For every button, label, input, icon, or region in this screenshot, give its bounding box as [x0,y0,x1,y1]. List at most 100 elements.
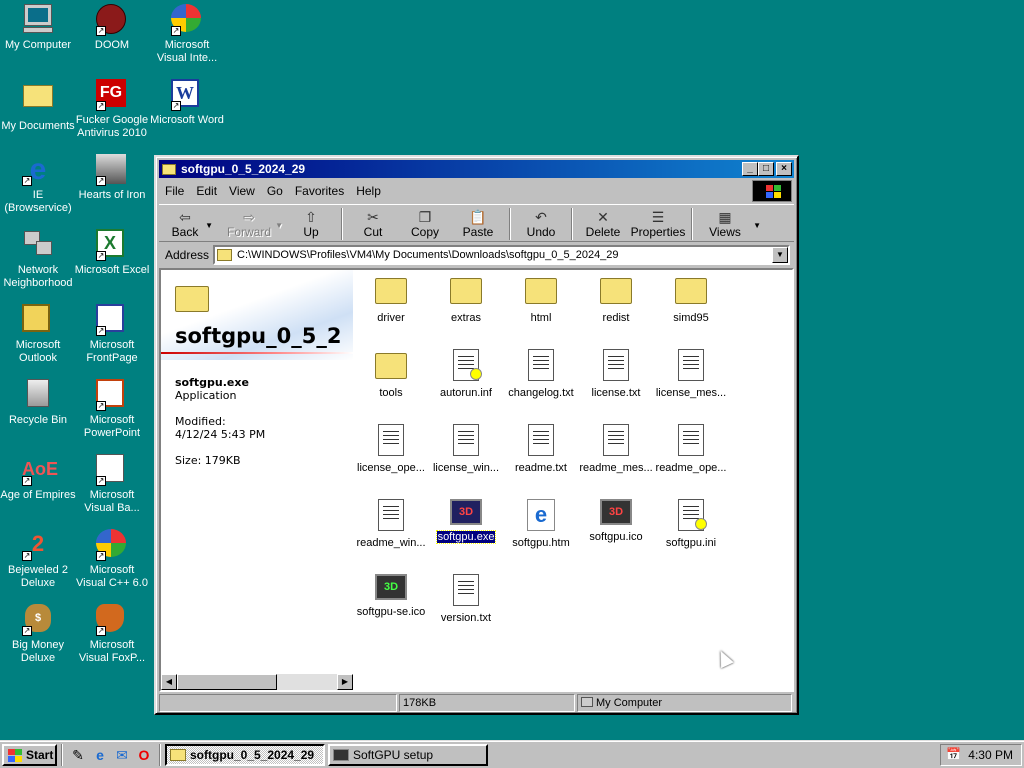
scroll-right-button[interactable]: ▶ [337,674,353,690]
file-item-extras[interactable]: extras [428,274,504,324]
quicklaunch-desktop-icon[interactable]: ✎ [69,746,87,764]
address-dropdown-button[interactable]: ▼ [772,247,788,263]
desktop-icon-bejeweled[interactable]: 2 ↗ Bejeweled 2 Deluxe [0,529,76,590]
tray-scheduler-icon[interactable]: 📅 [946,747,962,763]
big-money-icon: $ ↗ [22,604,54,636]
views-button[interactable]: ▦ Views ▼ [697,207,761,241]
desktop-icon-my-computer[interactable]: My Computer [0,4,76,52]
folder-title: softgpu_0_5_2 [175,324,342,348]
forward-button[interactable]: ⇨ Forward ▼ [217,207,283,241]
forward-arrow-icon: ⇨ [243,209,255,225]
file-item-simd95[interactable]: simd95 [653,274,729,324]
desktop-icon-hearts-of-iron[interactable]: ↗ Hearts of Iron [74,154,150,202]
paste-button[interactable]: 📋 Paste [451,207,505,241]
quicklaunch-opera-icon[interactable]: O [135,746,153,764]
minimize-button[interactable]: _ [742,162,758,176]
start-button[interactable]: Start [2,743,57,766]
file-item-driver[interactable]: driver [353,274,429,324]
back-button[interactable]: ⇦ Back ▼ [159,207,213,241]
quicklaunch-outlook-icon[interactable]: ✉ [113,746,131,764]
outlook-icon [22,304,54,336]
ie-icon: e ↗ [22,153,47,186]
config-file-icon [453,349,482,381]
file-item-license-win[interactable]: license_win... [428,424,504,474]
text-file-icon [603,424,629,456]
selected-filename: softgpu.exe [175,376,249,389]
file-item-tools[interactable]: tools [353,349,429,399]
back-arrow-icon: ⇦ [179,209,191,225]
desktop-icon-word[interactable]: W ↗ Microsoft Word [149,79,225,127]
file-item-changelog[interactable]: changelog.txt [503,349,579,399]
file-item-softgpu-exe[interactable]: 3D softgpu.exe [428,499,504,544]
computer-icon [581,697,593,707]
desktop-icon-big-money[interactable]: $ ↗ Big Money Deluxe [0,604,76,665]
desktop-icon-visual-foxpro[interactable]: ↗ Microsoft Visual FoxP... [74,604,150,665]
file-item-softgpu-htm[interactable]: e softgpu.htm [503,499,579,549]
file-item-softgpu-ini[interactable]: softgpu.ini [653,499,729,549]
undo-button[interactable]: ↶ Undo [515,207,567,241]
desktop-icon-age-of-empires[interactable]: AoE ↗ Age of Empires [0,454,76,502]
file-item-readme-ope[interactable]: readme_ope... [653,424,729,474]
forward-dropdown-icon[interactable]: ▼ [275,221,283,230]
menu-view[interactable]: View [223,184,261,198]
desktop-icon-my-documents[interactable]: My Documents [0,79,76,133]
file-item-license[interactable]: license.txt [578,349,654,399]
desktop-icon-recycle-bin[interactable]: Recycle Bin [0,379,76,427]
delete-button[interactable]: ✕ Delete [577,207,629,241]
clock[interactable]: 4:30 PM [968,748,1013,762]
desktop-icon-antivirus[interactable]: FG ↗ Fucker Google Antivirus 2010 [74,79,150,140]
address-input[interactable]: C:\WINDOWS\Profiles\VM4\My Documents\Dow… [213,245,790,265]
windows-flag-icon [7,748,23,762]
file-item-softgpu-se-ico[interactable]: 3D softgpu-se.ico [353,574,429,618]
menu-edit[interactable]: Edit [190,184,223,198]
maximize-button[interactable]: □ [758,162,774,176]
desktop-icon-outlook[interactable]: Microsoft Outlook [0,304,76,365]
taskbar-button-softgpu-setup[interactable]: SoftGPU setup [328,743,488,766]
file-item-readme-win[interactable]: readme_win... [353,499,429,549]
file-item-redist[interactable]: redist [578,274,654,324]
file-item-softgpu-ico[interactable]: 3D softgpu.ico [578,499,654,543]
desktop-icon-doom[interactable]: ↗ DOOM [74,4,150,52]
properties-button[interactable]: ☰ Properties [629,207,687,241]
views-dropdown-icon[interactable]: ▼ [753,221,761,230]
file-item-readme-mes[interactable]: readme_mes... [578,424,654,474]
3d-monitor-icon: 3D [450,499,482,525]
file-item-license-ope[interactable]: license_ope... [353,424,429,474]
toolbar-separator [691,208,693,240]
text-file-icon [528,424,554,456]
desktop-icon-excel[interactable]: X ↗ Microsoft Excel [74,229,150,277]
scroll-thumb[interactable] [177,674,277,690]
desktop-icon-ie[interactable]: e ↗ IE (Browservice) [0,154,76,215]
file-item-autorun-inf[interactable]: autorun.inf [428,349,504,399]
file-item-license-mes[interactable]: license_mes... [653,349,729,399]
quicklaunch-ie-icon[interactable]: e [91,746,109,764]
folder-icon [600,278,632,304]
menu-favorites[interactable]: Favorites [289,184,350,198]
horizontal-scrollbar[interactable]: ◀ ▶ [161,674,353,690]
close-button[interactable]: × [776,162,792,176]
desktop-icon-visual-basic[interactable]: ↗ Microsoft Visual Ba... [74,454,150,515]
menu-go[interactable]: Go [261,184,289,198]
toolbar-separator [509,208,511,240]
menu-file[interactable]: File [159,184,190,198]
cut-button[interactable]: ✂ Cut [347,207,399,241]
file-item-html[interactable]: html [503,274,579,324]
explorer-window[interactable]: softgpu_0_5_2024_29 _ □ × File Edit View… [154,155,799,715]
back-dropdown-icon[interactable]: ▼ [205,221,213,230]
powerpoint-icon: ↗ [96,379,128,411]
taskbar: Start ✎ e ✉ O softgpu_0_5_2024_29 SoftGP… [0,740,1024,768]
copy-button[interactable]: ❐ Copy [399,207,451,241]
file-item-version[interactable]: version.txt [428,574,504,624]
taskbar-button-explorer[interactable]: softgpu_0_5_2024_29 [165,743,325,766]
menu-help[interactable]: Help [350,184,387,198]
desktop-icon-network[interactable]: Network Neighborhood [0,229,76,290]
status-zone: My Computer [577,694,792,712]
desktop-icon-powerpoint[interactable]: ↗ Microsoft PowerPoint [74,379,150,440]
up-button[interactable]: ⇧ Up [285,207,337,241]
desktop-icon-frontpage[interactable]: ↗ Microsoft FrontPage [74,304,150,365]
desktop-icon-visual-interdev[interactable]: ↗ Microsoft Visual Inte... [149,4,225,65]
scroll-left-button[interactable]: ◀ [161,674,177,690]
file-item-readme[interactable]: readme.txt [503,424,579,474]
title-bar[interactable]: softgpu_0_5_2024_29 _ □ × [159,160,794,178]
desktop-icon-visual-cpp[interactable]: ↗ Microsoft Visual C++ 6.0 [74,529,150,590]
